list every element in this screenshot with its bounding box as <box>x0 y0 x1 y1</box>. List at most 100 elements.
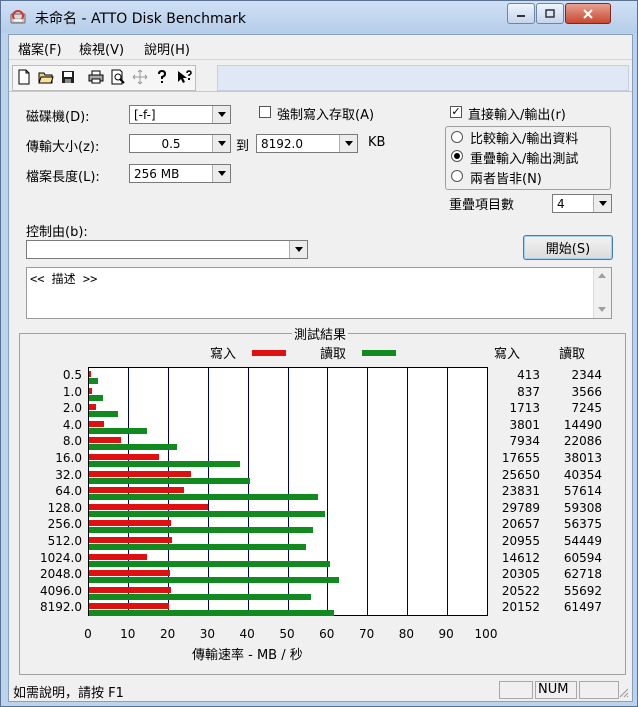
transfer-size-label: 傳輸大小(z): <box>26 140 100 155</box>
direct-io-label: 直接輸入/輸出(r) <box>468 108 566 123</box>
status-bar: 如需說明，請按 F1 NUM <box>9 681 632 701</box>
drive-select[interactable]: [-f-] <box>129 105 231 124</box>
write-bar <box>89 470 192 477</box>
menu-help[interactable]: 說明(H) <box>144 39 190 58</box>
close-icon <box>583 8 593 19</box>
write-value: 14612 <box>501 550 540 565</box>
move-button[interactable] <box>129 66 151 88</box>
read-bar <box>89 610 334 617</box>
print-preview-icon <box>111 69 125 85</box>
transfer-to-select[interactable]: 8192.0 <box>256 134 358 153</box>
force-write-label: 強制寫入存取(A) <box>277 108 375 123</box>
to-label: 到 <box>236 139 250 154</box>
write-bar <box>89 420 105 427</box>
write-bar <box>89 487 184 494</box>
read-bar <box>89 577 339 584</box>
open-folder-icon <box>38 72 54 84</box>
queue-depth-label: 重疊項目數 <box>449 198 515 213</box>
title-bar[interactable]: 未命名 - ATTO Disk Benchmark <box>1 1 637 33</box>
minimize-button[interactable] <box>507 3 535 24</box>
write-bar <box>89 503 208 510</box>
controlled-by-select[interactable] <box>26 240 308 259</box>
maximize-icon <box>545 9 555 18</box>
read-value: 22086 <box>563 434 602 449</box>
write-value: 25650 <box>501 467 540 482</box>
read-bar <box>89 544 306 550</box>
x-tick-label: 20 <box>159 627 176 641</box>
radio-overlap[interactable] <box>451 150 463 162</box>
description-scrollbar[interactable] <box>593 268 611 318</box>
read-value: 40354 <box>563 467 602 482</box>
read-bar <box>89 411 118 418</box>
menu-view[interactable]: 檢視(V) <box>79 39 124 58</box>
read-value: 55692 <box>563 583 602 598</box>
queue-depth-select[interactable]: 4 <box>552 194 612 213</box>
chevron-down-icon <box>212 135 230 152</box>
new-button[interactable] <box>13 66 35 88</box>
write-value: 7934 <box>509 434 540 449</box>
x-tick-label: 40 <box>239 627 255 641</box>
kb-label: KB <box>368 135 386 150</box>
legend-read-swatch <box>362 350 396 356</box>
write-value: 20955 <box>501 534 540 548</box>
minimize-icon <box>517 14 525 17</box>
save-button[interactable] <box>57 66 79 88</box>
category-label: 256.0 <box>47 517 82 532</box>
read-bar <box>89 477 250 484</box>
read-bar <box>89 394 104 401</box>
print-preview-button[interactable] <box>107 66 129 88</box>
read-value: 7245 <box>571 401 602 416</box>
close-button[interactable] <box>565 3 611 24</box>
transfer-from-select[interactable]: 0.5 <box>129 134 231 153</box>
chevron-down-icon <box>339 135 357 152</box>
x-axis-label: 傳輸速率 - MB / 秒 <box>192 648 303 663</box>
context-help-button[interactable] <box>173 66 195 88</box>
read-value: 3566 <box>571 384 602 399</box>
write-bar <box>89 520 172 527</box>
menu-file[interactable]: 檔案(F) <box>18 39 62 58</box>
write-bar <box>89 454 160 460</box>
read-bar <box>89 593 311 600</box>
file-length-select[interactable]: 256 MB <box>129 164 231 183</box>
read-value: 2344 <box>571 368 602 382</box>
legend-write-swatch <box>252 350 286 356</box>
app-window: 未命名 - ATTO Disk Benchmark 檔案(F) 檢視(V) 說明… <box>0 0 638 707</box>
radio-neither[interactable] <box>451 170 463 182</box>
direct-io-checkbox[interactable]: ✓ <box>450 106 462 118</box>
category-label: 2.0 <box>62 401 82 416</box>
resize-grip-icon[interactable] <box>617 686 629 698</box>
category-label: 128.0 <box>47 500 82 515</box>
chevron-down-icon <box>289 241 307 258</box>
open-button[interactable] <box>35 66 57 88</box>
read-bar <box>89 444 177 451</box>
chevron-down-icon <box>212 165 230 182</box>
x-tick-label: 50 <box>279 627 295 641</box>
write-bar <box>89 404 96 411</box>
grid-line <box>367 368 369 615</box>
radio-compare[interactable] <box>451 131 463 143</box>
description-textarea[interactable]: << 描述 >> <box>26 267 612 319</box>
menu-bar: 檔案(F) 檢視(V) 說明(H) <box>9 35 632 60</box>
category-label: 32.0 <box>55 467 82 482</box>
read-value: 57614 <box>563 484 602 499</box>
write-bar <box>89 570 170 577</box>
category-label: 1.0 <box>62 384 82 399</box>
toolbar <box>9 63 632 92</box>
scroll-down-icon[interactable] <box>598 307 606 312</box>
read-value: 61497 <box>563 600 602 615</box>
write-value: 1713 <box>509 401 540 416</box>
print-button[interactable] <box>85 66 107 88</box>
read-value: 56375 <box>563 517 602 532</box>
scroll-up-icon[interactable] <box>598 273 606 278</box>
results-title: 測試結果 <box>292 324 349 343</box>
start-button[interactable]: 開始(S) <box>523 235 613 260</box>
category-label: 8.0 <box>62 434 82 449</box>
radio-compare-label: 比較輸入/輸出資料 <box>470 132 579 147</box>
status-help-text: 如需說明，請按 F1 <box>13 686 124 701</box>
legend-write-label: 寫入 <box>210 347 237 362</box>
help-button[interactable] <box>151 66 173 88</box>
force-write-checkbox[interactable] <box>259 106 271 118</box>
maximize-button[interactable] <box>536 3 564 24</box>
write-bar <box>89 537 173 543</box>
save-icon <box>62 71 74 83</box>
